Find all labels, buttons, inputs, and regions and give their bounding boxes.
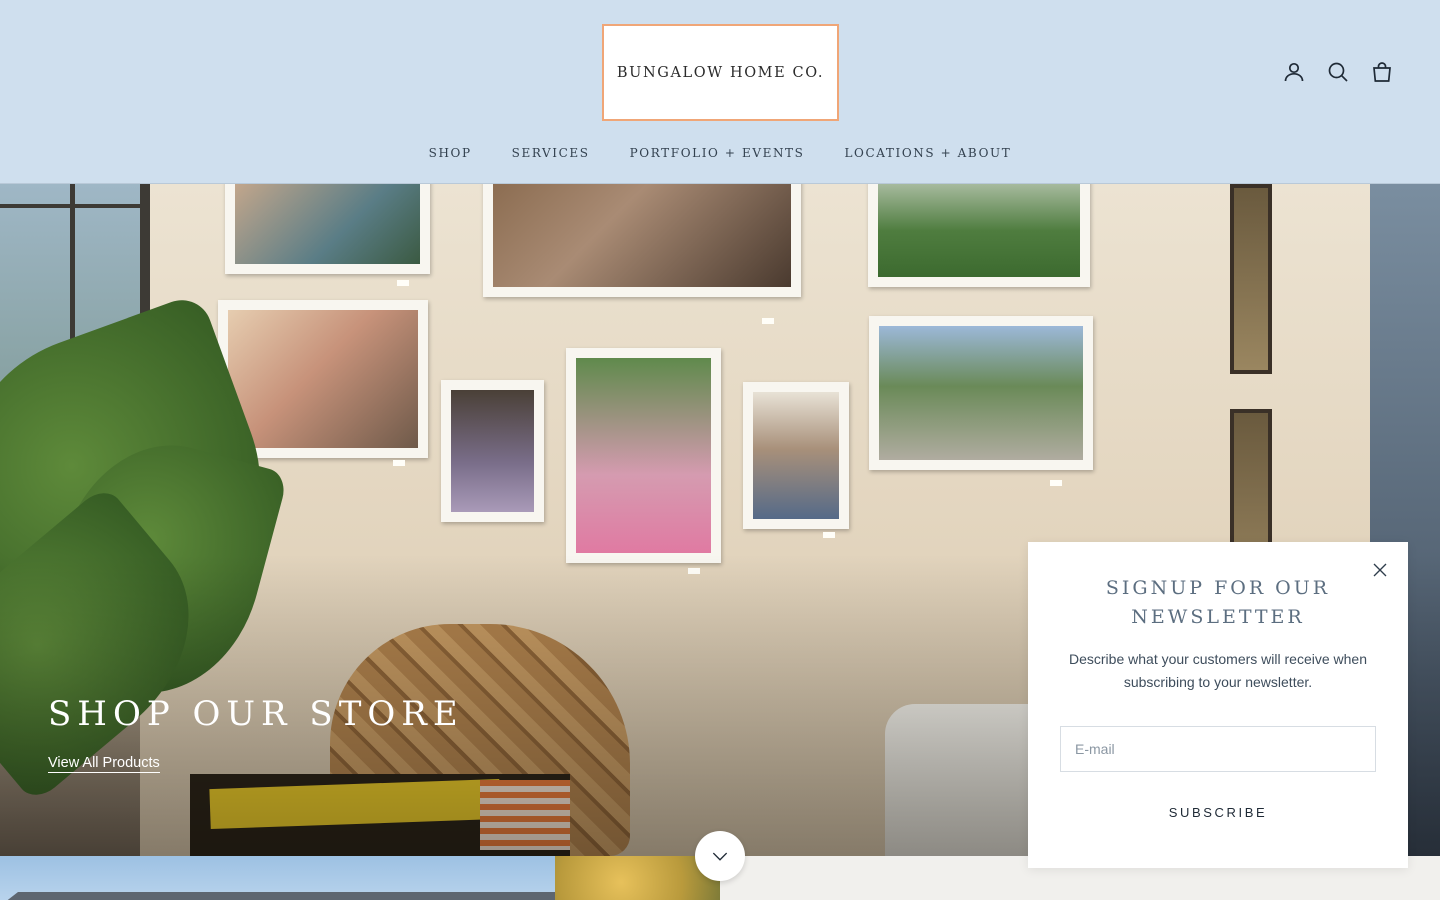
header-icons: [1282, 58, 1394, 86]
email-field[interactable]: [1060, 726, 1376, 772]
logo-text: BUNGALOW HOME CO.: [616, 64, 825, 81]
nav-portfolio-events[interactable]: PORTFOLIO + EVENTS: [630, 146, 805, 160]
chevron-down-icon: [712, 852, 728, 861]
newsletter-popup: SIGNUP FOR OUR NEWSLETTER Describe what …: [1028, 542, 1408, 868]
main-nav: SHOP SERVICES PORTFOLIO + EVENTS LOCATIO…: [0, 146, 1440, 160]
scroll-down-button[interactable]: [695, 831, 745, 881]
nav-locations-about[interactable]: LOCATIONS + ABOUT: [844, 146, 1011, 160]
nav-shop[interactable]: SHOP: [429, 146, 472, 160]
logo[interactable]: BUNGALOW HOME CO.: [602, 24, 839, 121]
hero-title: SHOP OUR STORE: [48, 694, 464, 734]
cart-icon[interactable]: [1370, 58, 1394, 86]
next-section-image: [0, 856, 720, 900]
newsletter-description: Describe what your customers will receiv…: [1069, 651, 1367, 690]
newsletter-title: SIGNUP FOR OUR NEWSLETTER: [1105, 577, 1331, 628]
site-header: BUNGALOW HOME CO. SHOP SERVICES PORTFOLI…: [0, 0, 1440, 184]
nav-services[interactable]: SERVICES: [512, 146, 590, 160]
close-icon[interactable]: [1368, 558, 1392, 582]
search-icon[interactable]: [1326, 58, 1350, 86]
view-all-products-link[interactable]: View All Products: [48, 755, 160, 773]
subscribe-button[interactable]: SUBSCRIBE: [1060, 794, 1376, 830]
account-icon[interactable]: [1282, 58, 1306, 86]
